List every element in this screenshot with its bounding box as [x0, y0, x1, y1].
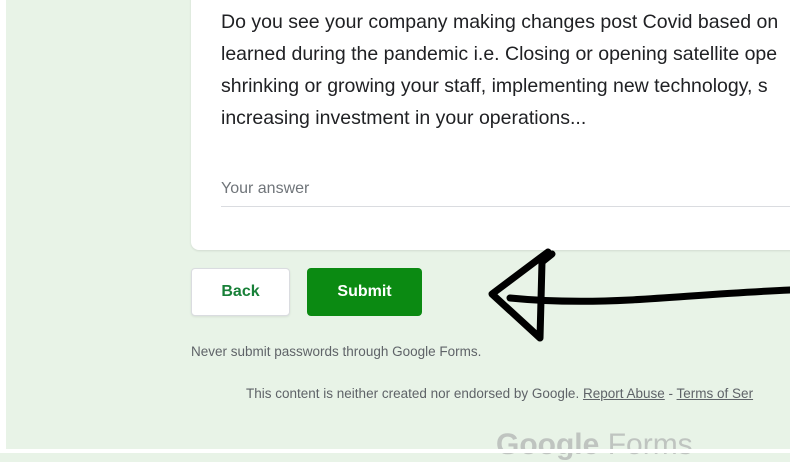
- brand-forms: Forms: [607, 428, 693, 461]
- submit-button[interactable]: Submit: [307, 268, 422, 316]
- bottom-edge: [0, 449, 790, 453]
- arrow-head: [488, 248, 556, 342]
- report-abuse-link[interactable]: Report Abuse: [583, 386, 665, 401]
- terms-link[interactable]: Terms of Ser: [677, 386, 754, 401]
- question-line: shrinking or growing your staff, impleme…: [221, 75, 768, 97]
- footer-separator: -: [664, 386, 677, 401]
- password-warning: Never submit passwords through Google Fo…: [191, 344, 482, 359]
- brand-google: Google: [496, 428, 600, 461]
- arrow-shaft: [506, 286, 790, 305]
- answer-underline: [221, 206, 790, 207]
- left-edge: [0, 0, 6, 453]
- footer-text: This content is neither created nor endo…: [246, 386, 580, 401]
- question-line: learned during the pandemic i.e. Closing…: [221, 43, 778, 65]
- answer-input[interactable]: Your answer: [221, 180, 790, 198]
- question-line: Do you see your company making changes p…: [221, 11, 779, 33]
- hand-drawn-arrow-icon: [488, 248, 790, 342]
- question-line: increasing investment in your operations…: [221, 107, 587, 129]
- google-forms-logo[interactable]: Google Forms: [496, 428, 693, 462]
- back-button[interactable]: Back: [191, 268, 290, 316]
- question-card: Do you see your company making changes p…: [191, 0, 790, 250]
- footer-disclaimer: This content is neither created nor endo…: [246, 386, 753, 401]
- question-text: Do you see your company making changes p…: [221, 6, 790, 134]
